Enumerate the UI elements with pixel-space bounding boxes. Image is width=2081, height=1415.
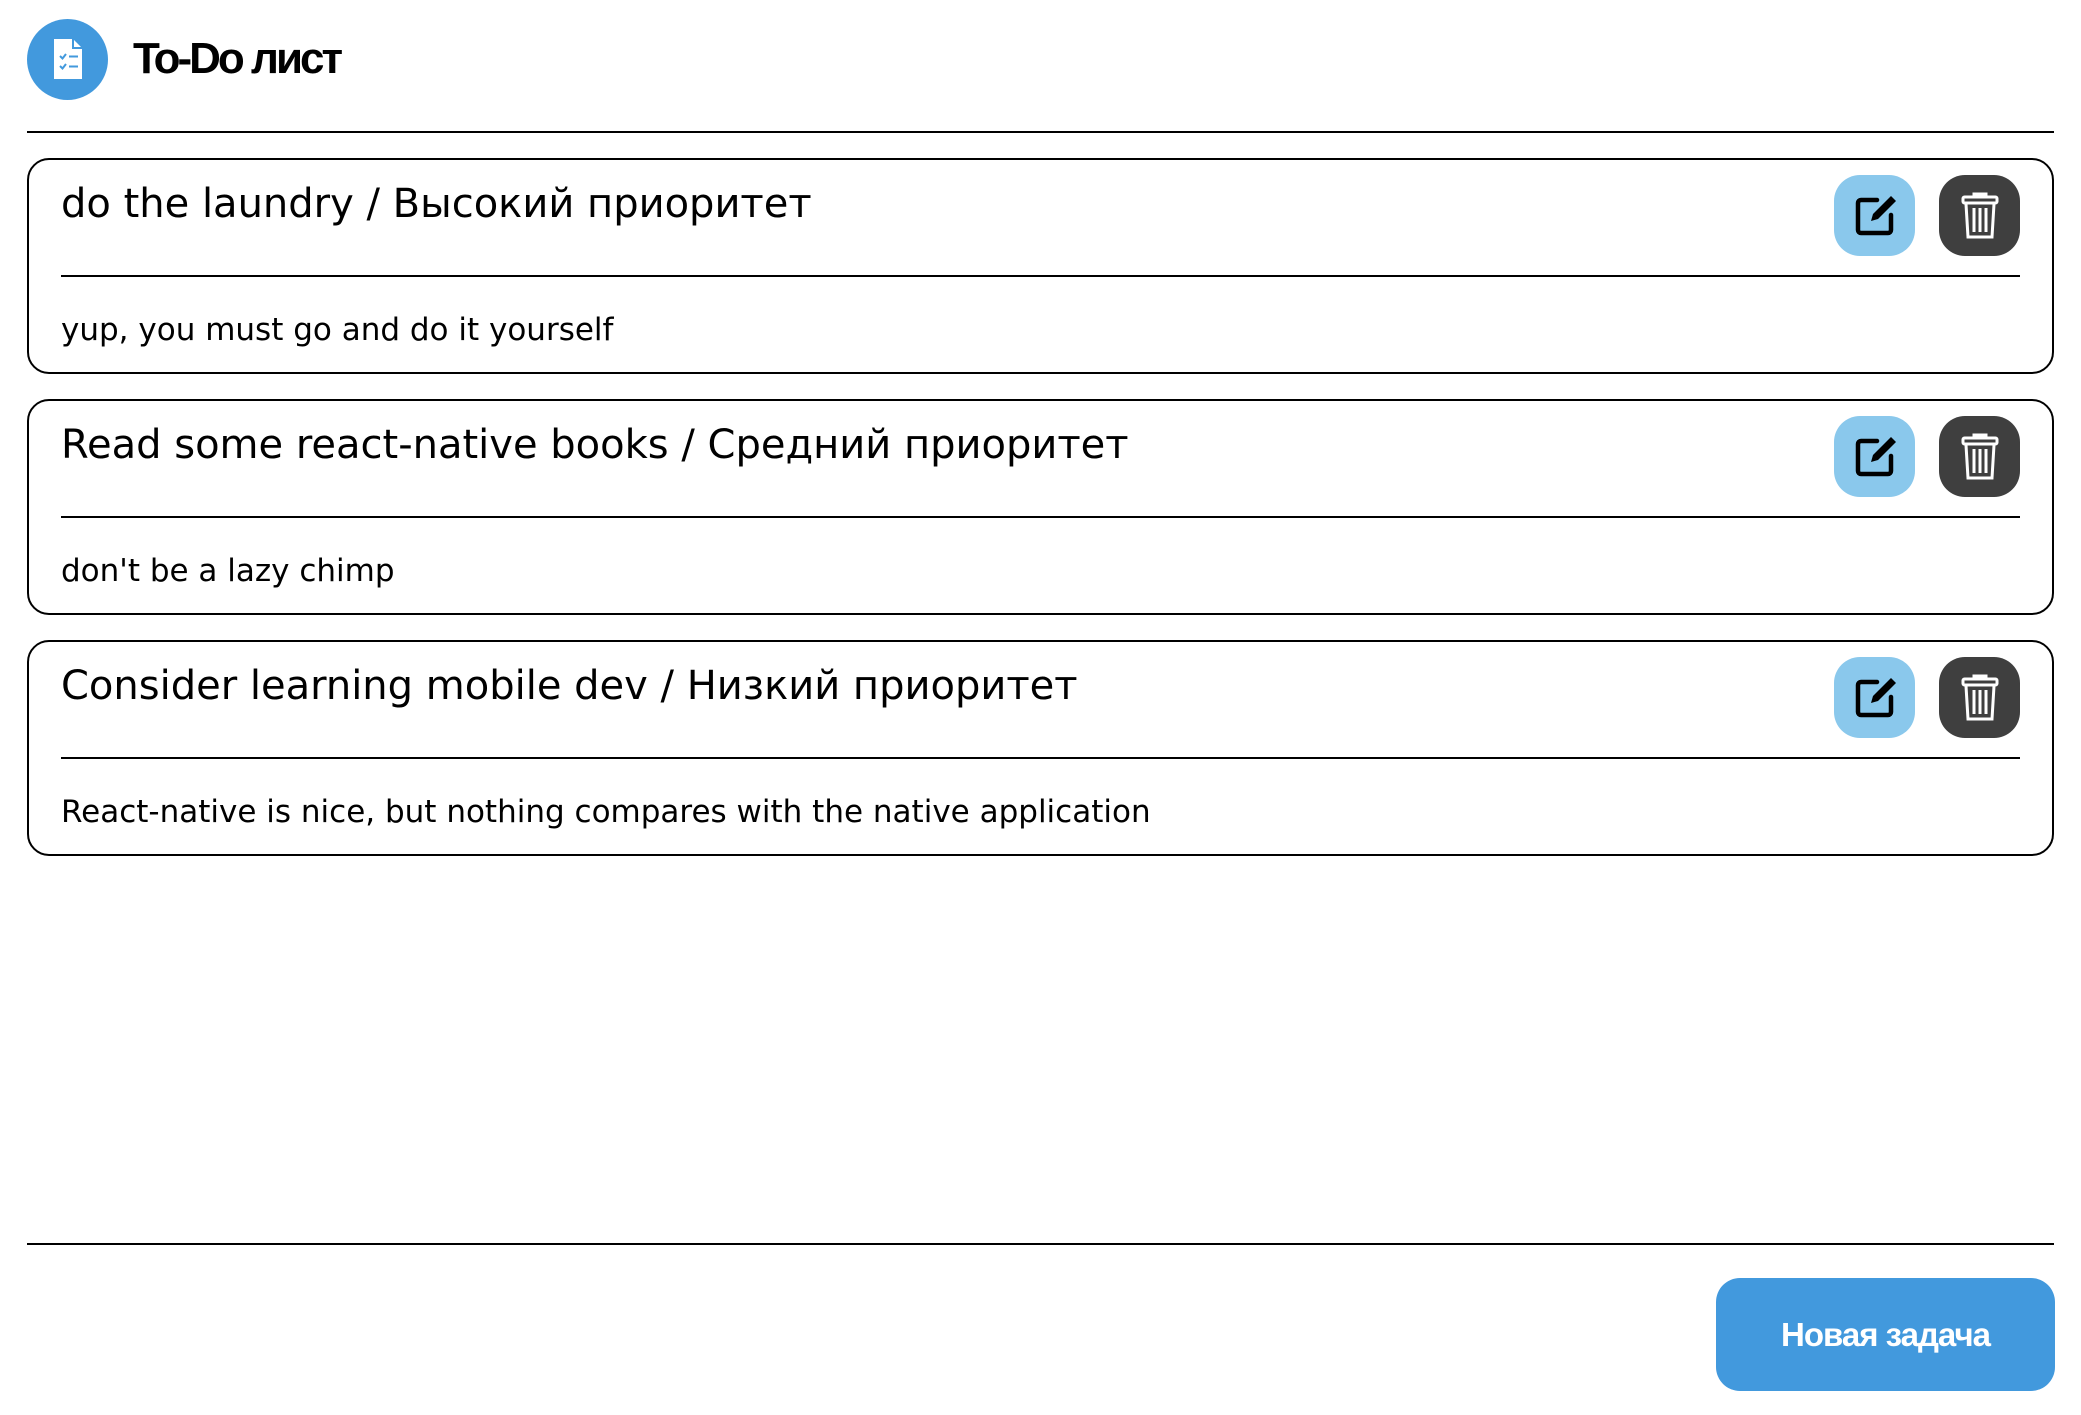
edit-task-button[interactable] <box>1834 175 1915 256</box>
task-description: yup, you must go and do it yourself <box>61 312 614 348</box>
edit-icon <box>1855 436 1896 476</box>
edit-task-button[interactable] <box>1834 416 1915 497</box>
edit-task-button[interactable] <box>1834 657 1915 738</box>
app-header: To-Do лист <box>27 18 343 100</box>
footer-divider <box>27 1243 2054 1245</box>
task-card: Read some react-native books / Средний п… <box>27 399 2054 615</box>
new-task-button[interactable]: Новая задача <box>1716 1278 2055 1391</box>
task-divider <box>61 516 2020 518</box>
header-divider <box>27 131 2054 133</box>
edit-icon <box>1855 677 1896 717</box>
edit-icon <box>1855 195 1896 235</box>
task-divider <box>61 275 2020 277</box>
trash-icon <box>1961 674 1998 720</box>
task-list: do the laundry / Высокий приоритет yup, … <box>27 158 2054 881</box>
logo-checklist-icon <box>27 18 108 100</box>
delete-task-button[interactable] <box>1939 175 2020 256</box>
task-title: Read some react-native books / Средний п… <box>61 422 1129 468</box>
task-description: React-native is nice, but nothing compar… <box>61 794 1151 830</box>
task-card: Consider learning mobile dev / Низкий пр… <box>27 640 2054 856</box>
task-description: don't be a lazy chimp <box>61 553 395 589</box>
task-title: do the laundry / Высокий приоритет <box>61 181 812 227</box>
task-card: do the laundry / Высокий приоритет yup, … <box>27 158 2054 374</box>
task-title: Consider learning mobile dev / Низкий пр… <box>61 663 1078 709</box>
delete-task-button[interactable] <box>1939 657 2020 738</box>
trash-icon <box>1961 433 1998 479</box>
page-title: To-Do лист <box>133 34 343 83</box>
trash-icon <box>1961 192 1998 238</box>
delete-task-button[interactable] <box>1939 416 2020 497</box>
task-divider <box>61 757 2020 759</box>
